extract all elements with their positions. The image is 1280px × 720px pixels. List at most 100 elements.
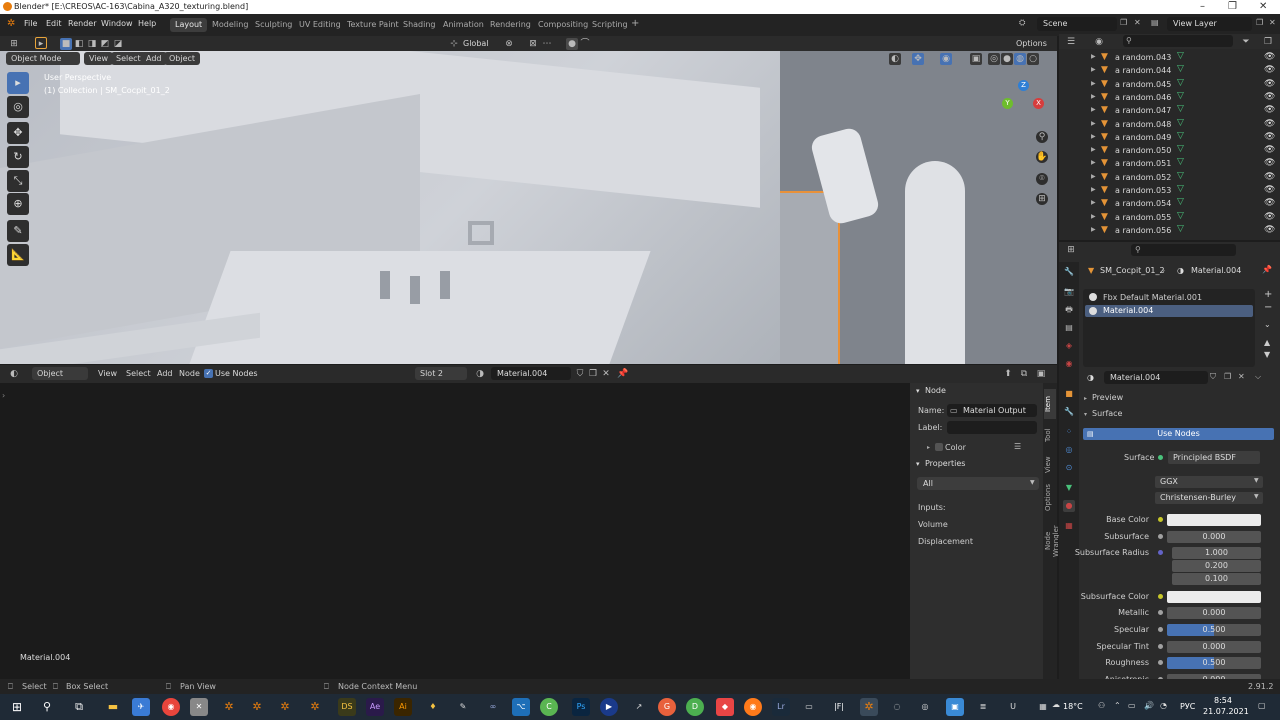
outliner-row[interactable]: ▶ ▼ a random.056 ▽ 👁 — [1059, 224, 1280, 237]
firefox-icon[interactable]: ◉ — [744, 698, 762, 716]
app-arrow-icon[interactable]: ↗ — [630, 698, 648, 716]
snap-target-icon[interactable]: ⋯ — [541, 38, 553, 50]
tab-uv-editing[interactable]: UV Editing — [294, 18, 346, 32]
fake-user-icon[interactable]: ⛉ — [574, 368, 586, 380]
backdrop-icon[interactable]: ▣ — [1035, 368, 1047, 380]
new-view-layer-icon[interactable]: ❐ — [1256, 18, 1263, 27]
tab-rendering[interactable]: Rendering — [485, 18, 536, 32]
ortho-grid-icon[interactable]: ⊞ — [1036, 193, 1048, 205]
minimize-icon[interactable]: – — [1200, 1, 1205, 12]
solid-shading-icon[interactable]: ● — [1001, 53, 1013, 65]
value-slider[interactable]: 0.200 — [1172, 560, 1261, 572]
value-slider[interactable]: 0.500 — [1167, 657, 1261, 669]
slot-specials-icon[interactable]: ⌄ — [1264, 320, 1271, 329]
mode-extend-icon[interactable]: ◧ — [73, 38, 85, 50]
overlay-toggle-icon[interactable]: ◉ — [940, 53, 952, 65]
material-fake-user-icon[interactable]: ⛉ — [1210, 372, 1216, 382]
expand-arrow-icon[interactable]: ▶ — [1091, 106, 1096, 113]
rendered-shading-icon[interactable]: ○ — [1027, 53, 1039, 65]
expand-arrow-icon[interactable]: ▶ — [1091, 159, 1096, 166]
value-slider[interactable]: 1.000 — [1172, 547, 1261, 559]
gizmo-x-axis[interactable]: X — [1033, 98, 1044, 109]
color-presets-icon[interactable]: ☰ — [1014, 442, 1021, 451]
add-workspace-icon[interactable]: + — [631, 18, 639, 29]
input-socket-icon[interactable] — [1158, 610, 1163, 615]
scene-field[interactable]: Scene — [1037, 17, 1117, 31]
tab-layout[interactable]: Layout — [170, 18, 208, 32]
tab-modeling[interactable]: Modeling — [207, 18, 253, 32]
task-view-icon[interactable]: ⧉ — [70, 698, 88, 716]
surface-section-title[interactable]: Surface — [1092, 409, 1122, 418]
maximize-icon[interactable]: ❐ — [1228, 1, 1237, 12]
outliner-row[interactable]: ▶ ▼ a random.043 ▽ 👁 — [1059, 51, 1280, 64]
app-green-icon[interactable]: C — [540, 698, 558, 716]
target-dropdown[interactable]: All — [917, 477, 1039, 490]
preview-expand-icon[interactable]: ▸ — [1084, 395, 1087, 402]
color-swatch[interactable] — [1167, 514, 1261, 526]
move-slot-down-icon[interactable]: ▼ — [1264, 350, 1270, 359]
color-swatch[interactable] — [1167, 591, 1261, 603]
mesh-data-icon[interactable]: ▽ — [1177, 91, 1184, 101]
color-checkbox[interactable] — [935, 443, 943, 451]
material-shading-icon[interactable]: ◍ — [1014, 53, 1026, 65]
3d-viewport[interactable]: User Perspective (1) Collection | SM_Coc… — [0, 51, 1057, 364]
input-socket-icon[interactable] — [1158, 517, 1163, 522]
input-socket-icon[interactable] — [1158, 644, 1163, 649]
tray-network-icon[interactable]: ▭ — [1128, 701, 1136, 710]
node-name-field[interactable]: Material Output — [947, 404, 1037, 417]
outliner-row[interactable]: ▶ ▼ a random.049 ▽ 👁 — [1059, 131, 1280, 144]
chrome-icon[interactable]: ◉ — [162, 698, 180, 716]
vscode-icon[interactable]: ⌥ — [512, 698, 530, 716]
visibility-eye-icon[interactable]: 👁 — [1264, 198, 1275, 208]
blender-task-icon-1[interactable]: ✲ — [220, 698, 238, 716]
input-socket-icon[interactable] — [1158, 660, 1163, 665]
surface-shader-dropdown[interactable]: Principled BSDF — [1168, 451, 1260, 464]
filter-icon[interactable]: ⏷ — [1240, 36, 1252, 48]
file-explorer-icon[interactable]: ▬ — [104, 698, 122, 716]
select-box-tool-icon[interactable]: ▸ — [7, 72, 29, 94]
expand-arrow-icon[interactable]: ▶ — [1091, 120, 1096, 127]
remove-slot-icon[interactable]: − — [1264, 302, 1272, 313]
shader-type-dropdown[interactable]: Object — [32, 367, 88, 380]
app-red-icon[interactable]: ◆ — [716, 698, 734, 716]
node-menu-view[interactable]: View — [93, 367, 122, 380]
distribution-dropdown[interactable]: GGX — [1155, 476, 1263, 488]
measure-tool-icon[interactable]: 📐 — [7, 244, 29, 266]
taskbar-search-icon[interactable]: ⚲ — [38, 698, 56, 716]
node-menu-node[interactable]: Node — [174, 367, 205, 380]
unreal-engine-icon[interactable]: U — [1004, 698, 1022, 716]
blender-task-icon-2[interactable]: ✲ — [248, 698, 266, 716]
mode-new-icon[interactable]: ■ — [60, 38, 72, 50]
mesh-data-icon[interactable]: ▽ — [1177, 184, 1184, 194]
new-collection-icon[interactable]: ❐ — [1262, 36, 1274, 48]
illustrator-icon[interactable]: Ai — [394, 698, 412, 716]
tray-time[interactable]: 8:54 — [1214, 696, 1232, 705]
mesh-data-icon[interactable]: ▽ — [1177, 224, 1184, 234]
viewport-menu-view[interactable]: View — [84, 52, 113, 65]
preview-section-title[interactable]: Preview — [1092, 393, 1123, 402]
camera-view-icon[interactable]: ⌾ — [1036, 173, 1048, 185]
menu-file[interactable]: File — [24, 19, 37, 28]
move-slot-up-icon[interactable]: ▲ — [1264, 338, 1270, 347]
expand-arrow-icon[interactable]: ▶ — [1091, 226, 1096, 233]
pin-icon[interactable]: 📌 — [617, 368, 629, 380]
tab-item[interactable]: Item — [1044, 389, 1056, 419]
viewport-menu-object[interactable]: Object — [164, 52, 201, 65]
input-socket-icon[interactable] — [1158, 550, 1163, 555]
expand-arrow-icon[interactable]: ▶ — [1091, 213, 1096, 220]
properties-section-title[interactable]: Properties — [925, 459, 965, 468]
node-section-arrow-icon[interactable]: ▾ — [916, 387, 920, 395]
material-duplicate-icon[interactable]: ❐ — [1224, 372, 1231, 381]
photoshop-icon[interactable]: Ps — [572, 698, 590, 716]
tab-scripting[interactable]: Scripting — [587, 18, 633, 32]
properties-section-arrow-icon[interactable]: ▾ — [916, 460, 920, 468]
node-section-title[interactable]: Node — [925, 386, 946, 395]
app-d-icon[interactable]: D — [686, 698, 704, 716]
scene-tab-icon[interactable]: ◈ — [1063, 340, 1075, 352]
tray-date[interactable]: 21.07.2021 — [1203, 707, 1249, 716]
media-player-icon[interactable]: ▶ — [600, 698, 618, 716]
render-tab-icon[interactable]: 📷 — [1063, 286, 1075, 298]
app-pen-icon[interactable]: ✎ — [454, 698, 472, 716]
gizmo-y-axis[interactable]: Y — [1002, 98, 1013, 109]
view-layer-tab-icon[interactable]: ▤ — [1063, 322, 1075, 334]
